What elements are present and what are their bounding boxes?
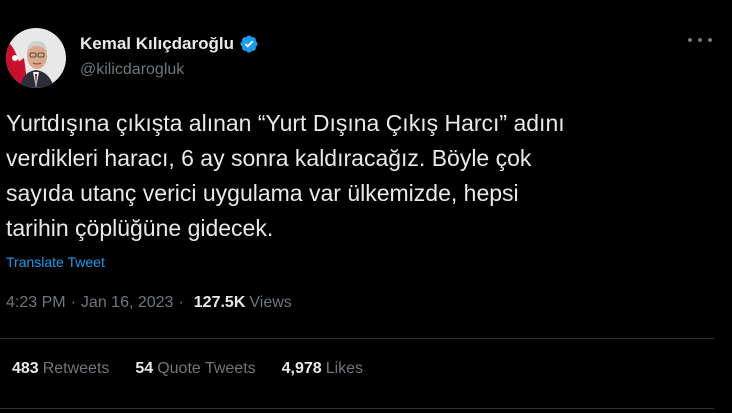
author-name[interactable]: Kemal Kılıçdaroğlu — [80, 34, 234, 54]
divider — [0, 408, 714, 409]
quote-tweets-label: Quote Tweets — [157, 360, 256, 377]
author-name-row: Kemal Kılıçdaroğlu — [80, 32, 259, 56]
likes-count: 4,978 — [281, 360, 322, 377]
more-dot — [708, 38, 712, 42]
more-horizontal-icon[interactable] — [688, 34, 712, 46]
tweet-date[interactable]: Jan 16, 2023 — [81, 294, 174, 312]
translate-tweet-link[interactable]: Translate Tweet — [6, 254, 105, 270]
tweet-header: Kemal Kılıçdaroğlu @kilicdarogluk — [6, 28, 732, 88]
author-info: Kemal Kılıçdaroğlu @kilicdarogluk — [80, 32, 259, 79]
quote-tweets-count: 54 — [135, 360, 154, 377]
quote-tweets-stat[interactable]: 54 Quote Tweets — [135, 360, 255, 378]
tweet-stats: 483 Retweets 54 Quote Tweets 4,978 Likes — [12, 360, 389, 378]
more-dot — [698, 38, 702, 42]
meta-separator: · — [70, 294, 76, 311]
retweets-count: 483 — [12, 360, 39, 377]
avatar-image — [6, 28, 66, 88]
verified-badge-icon — [239, 34, 259, 54]
more-dot — [688, 38, 692, 42]
retweets-label: Retweets — [42, 360, 110, 377]
likes-stat[interactable]: 4,978 Likes — [282, 360, 363, 378]
retweets-stat[interactable]: 483 Retweets — [12, 360, 109, 378]
views-label: Views — [249, 294, 292, 311]
tweet-time[interactable]: 4:23 PM — [6, 294, 66, 312]
tweet-meta: 4:23 PM · Jan 16, 2023 · 127.5K Views — [6, 294, 292, 312]
avatar[interactable] — [6, 28, 66, 88]
likes-label: Likes — [325, 360, 364, 377]
author-handle[interactable]: @kilicdarogluk — [80, 61, 259, 79]
divider — [0, 338, 714, 339]
tweet-card: Kemal Kılıçdaroğlu @kilicdarogluk Yurtdı… — [0, 0, 732, 413]
views-count: 127.5K — [193, 294, 246, 311]
meta-separator: · — [178, 294, 184, 311]
tweet-text: Yurtdışına çıkışta alınan “Yurt Dışına Ç… — [6, 110, 565, 241]
